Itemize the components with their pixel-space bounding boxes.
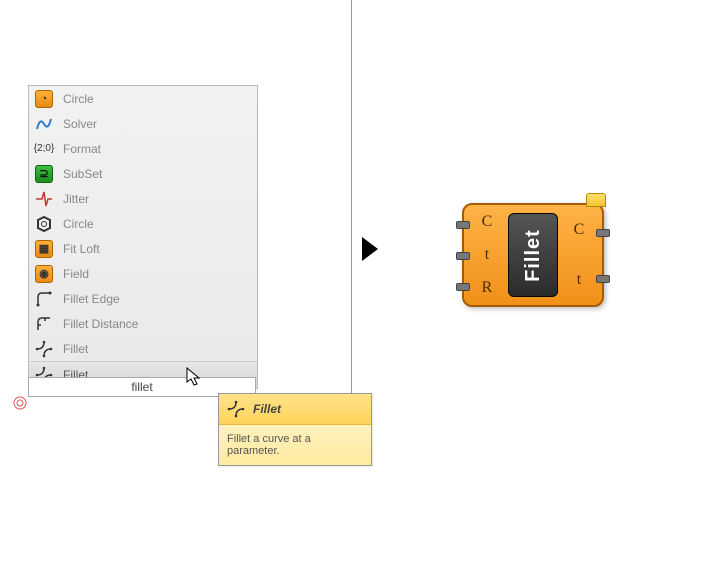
menu-item-format[interactable]: {2;0} Format — [29, 136, 257, 161]
menu-item-circle[interactable]: ◔ Circle — [29, 86, 257, 111]
input-grip[interactable] — [456, 283, 470, 291]
output-grip[interactable] — [596, 275, 610, 283]
input-label: R — [482, 279, 493, 297]
field-icon: ◉ — [35, 265, 53, 283]
menu-item-label: SubSet — [63, 167, 102, 181]
menu-item-fillet[interactable]: Fillet — [29, 336, 257, 361]
search-results-menu[interactable]: ◔ Circle Solver {2;0} Format ⊇ SubSet Ji… — [28, 85, 258, 389]
hexagon-icon — [35, 215, 53, 233]
output-grip[interactable] — [596, 229, 610, 237]
fillet-icon — [227, 400, 245, 418]
target-icon — [12, 395, 28, 411]
fillet-component[interactable]: C t R Fillet C t — [462, 203, 612, 307]
output-label: t — [577, 271, 581, 289]
input-grip[interactable] — [456, 221, 470, 229]
menu-item-fillet-distance[interactable]: Fillet Distance — [29, 311, 257, 336]
input-ports: C t R — [474, 205, 500, 305]
menu-item-field[interactable]: ◉ Field — [29, 261, 257, 286]
circle-icon: ◔ — [35, 90, 53, 108]
menu-item-fitloft[interactable]: ▦ Fit Loft — [29, 236, 257, 261]
menu-item-subset[interactable]: ⊇ SubSet — [29, 161, 257, 186]
menu-item-label: Circle — [63, 217, 94, 231]
menu-item-label: Fit Loft — [63, 242, 100, 256]
divider-line — [351, 0, 352, 450]
search-text: fillet — [131, 380, 152, 394]
fillet-edge-icon — [35, 290, 53, 308]
fillet-icon — [35, 340, 53, 358]
tooltip: Fillet Fillet a curve at a parameter. — [218, 393, 372, 466]
solver-icon — [35, 115, 53, 133]
output-ports: C t — [566, 205, 592, 305]
output-label: C — [574, 221, 585, 239]
menu-item-label: Circle — [63, 92, 94, 106]
menu-item-fillet-edge[interactable]: Fillet Edge — [29, 286, 257, 311]
menu-item-jitter[interactable]: Jitter — [29, 186, 257, 211]
menu-item-label: Format — [63, 142, 101, 156]
tooltip-title: Fillet — [253, 402, 281, 416]
menu-item-circle2[interactable]: Circle — [29, 211, 257, 236]
menu-item-label: Jitter — [63, 192, 89, 206]
tooltip-header: Fillet — [219, 394, 371, 425]
menu-item-label: Solver — [63, 117, 97, 131]
menu-item-label: Fillet — [63, 342, 88, 356]
tooltip-body: Fillet a curve at a parameter. — [219, 425, 371, 465]
input-label: C — [482, 213, 493, 231]
input-grip[interactable] — [456, 252, 470, 260]
canvas[interactable]: ◔ Circle Solver {2;0} Format ⊇ SubSet Ji… — [0, 0, 712, 564]
node-name: Fillet — [522, 229, 545, 282]
subset-icon: ⊇ — [35, 165, 53, 183]
loft-icon: ▦ — [35, 240, 53, 258]
node-center: Fillet — [508, 213, 558, 297]
input-label: t — [485, 246, 489, 264]
menu-item-label: Fillet Edge — [63, 292, 120, 306]
format-icon: {2;0} — [35, 140, 53, 158]
arrow-icon — [362, 237, 378, 261]
menu-item-label: Field — [63, 267, 89, 281]
jitter-icon — [35, 190, 53, 208]
menu-item-label: Fillet Distance — [63, 317, 138, 331]
menu-item-solver[interactable]: Solver — [29, 111, 257, 136]
fillet-distance-icon — [35, 315, 53, 333]
